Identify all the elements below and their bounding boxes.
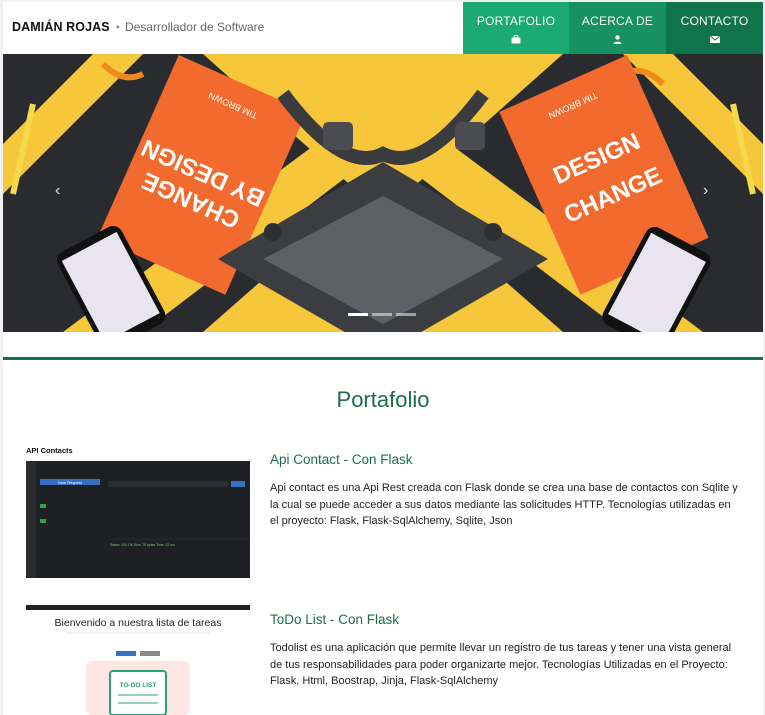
project-title-api-contact[interactable]: Api Contact - Con Flask <box>270 452 413 467</box>
project-description-todo-list: Todolist es una aplicación que permite l… <box>270 642 732 687</box>
envelope-icon <box>709 34 720 44</box>
carousel-indicator-2[interactable] <box>372 313 392 316</box>
carousel-indicators <box>348 313 416 316</box>
hero-image: TIM BROWN BY DESIGN CHANGE TIM BROWN DES… <box>3 54 763 332</box>
project-description-api-contact: Api contact es una Api Rest creada con F… <box>270 482 738 527</box>
carousel-next-button[interactable]: › <box>703 182 708 200</box>
nav-contacto-label: CONTACTO <box>680 14 749 28</box>
user-icon <box>613 34 622 44</box>
thumb-api-caption: API Contacts <box>26 446 73 455</box>
project-thumbnail-todo-list[interactable]: Bienvenido a nuestra lista de tareas TO-… <box>26 605 250 715</box>
thumb-todo-caption: Bienvenido a nuestra lista de tareas <box>55 617 222 629</box>
thumb-api-button: New Request <box>58 480 83 485</box>
main-nav: PORTAFOLIO ACERCA DE CONTACTO <box>463 2 763 54</box>
carousel-prev-button[interactable]: ‹ <box>55 182 60 200</box>
thumb-todo-badge: TO-DO LIST <box>120 682 157 689</box>
nav-portafolio[interactable]: PORTAFOLIO <box>463 2 569 54</box>
top-navbar: DAMIÁN ROJAS • Desarrollador de Software… <box>3 2 763 54</box>
carousel-indicator-1[interactable] <box>348 313 368 316</box>
portfolio-heading: Portafolio <box>336 387 430 412</box>
nav-acerca-de[interactable]: ACERCA DE <box>569 2 666 54</box>
page: DAMIÁN ROJAS • Desarrollador de Software… <box>3 2 763 715</box>
briefcase-icon <box>511 34 521 44</box>
brand[interactable]: DAMIÁN ROJAS • Desarrollador de Software <box>12 20 264 34</box>
brand-separator: • <box>115 20 120 34</box>
nav-portafolio-label: PORTAFOLIO <box>476 14 556 28</box>
project-thumbnail-api-contact[interactable]: API Contacts New Request Status: 200 OK … <box>26 444 250 578</box>
thumb-api-status: Status: 200 OK Size: 79 bytes Time: 12 m… <box>110 543 175 547</box>
brand-name: DAMIÁN ROJAS <box>12 20 110 34</box>
nav-acerca-de-label: ACERCA DE <box>581 14 654 28</box>
nav-contacto[interactable]: CONTACTO <box>666 2 763 54</box>
hero-carousel: TIM BROWN BY DESIGN CHANGE TIM BROWN DES… <box>3 54 763 332</box>
carousel-indicator-3[interactable] <box>396 313 416 316</box>
section-divider <box>3 357 763 360</box>
brand-tagline: Desarrollador de Software <box>124 20 265 34</box>
project-title-todo-list[interactable]: ToDo List - Con Flask <box>270 612 399 627</box>
